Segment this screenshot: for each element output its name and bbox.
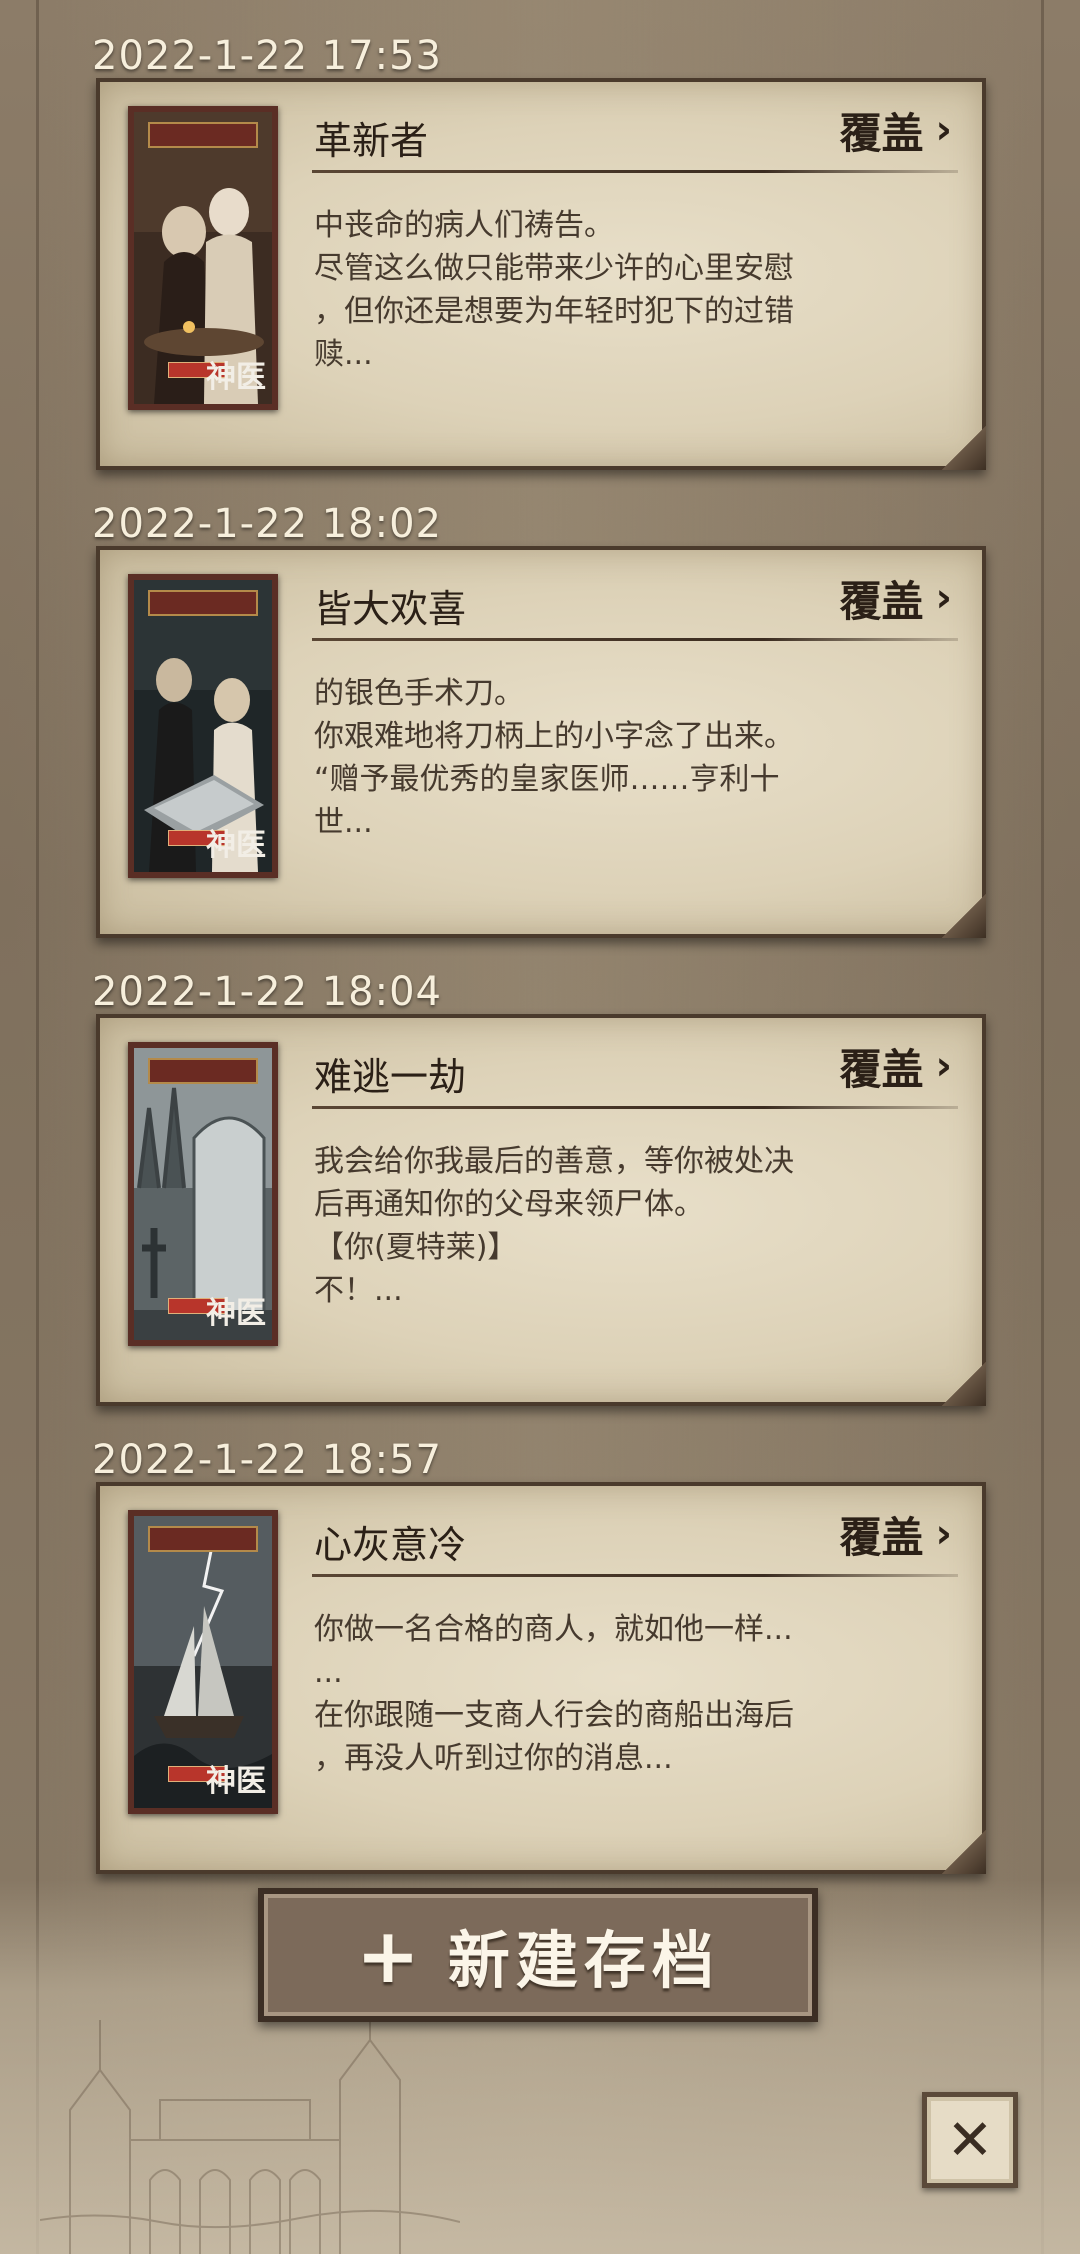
- chevron-right-icon: ›: [935, 575, 952, 621]
- title-divider: [312, 1574, 958, 1577]
- excerpt-line: ，再没人听到过你的消息...: [314, 1741, 673, 1776]
- excerpt-line: 你做一名合格的商人，就如他一样...: [314, 1612, 793, 1647]
- save-excerpt: 我会给你我最后的善意，等你被处决 后再通知你的父母来领尸体。 【你(夏特莱)】 …: [314, 1140, 914, 1312]
- save-title: 皆大欢喜: [314, 587, 467, 631]
- save-timestamp: 2022-1-22 18:57: [92, 1437, 442, 1483]
- cover-label: 覆盖: [839, 576, 924, 626]
- excerpt-line: 赎...: [314, 337, 373, 372]
- chevron-right-icon: ›: [935, 1043, 952, 1089]
- save-excerpt: 中丧命的病人们祷告。 尽管这么做只能带来少许的心里安慰 ，但你还是想要为年轻时犯…: [314, 204, 914, 376]
- operating-scene-thumbnail: 神医: [128, 574, 278, 878]
- cover-save-button[interactable]: 覆盖 ›: [840, 1040, 953, 1094]
- cover-save-button[interactable]: 覆盖 ›: [840, 572, 953, 626]
- save-title: 心灰意冷: [314, 1523, 467, 1567]
- excerpt-line: 的银色手术刀。: [314, 676, 524, 711]
- plus-icon: +: [356, 1910, 426, 2000]
- cover-save-button[interactable]: 覆盖 ›: [840, 104, 953, 158]
- cover-label: 覆盖: [839, 1512, 924, 1562]
- save-excerpt: 的银色手术刀。 你艰难地将刀柄上的小字念了出来。 “赠予最优秀的皇家医师……亨利…: [314, 672, 914, 844]
- close-button[interactable]: ✕: [922, 2092, 1018, 2188]
- save-timestamp: 2022-1-22 18:02: [92, 501, 442, 547]
- save-title: 革新者: [314, 119, 429, 163]
- new-save-label: 新建存档: [447, 1924, 720, 1997]
- excerpt-line: 世...: [314, 805, 373, 840]
- save-excerpt: 你做一名合格的商人，就如他一样... ... 在你跟随一支商人行会的商船出海后 …: [314, 1608, 914, 1780]
- excerpt-line: 我会给你我最后的善意，等你被处决: [314, 1144, 794, 1179]
- storm-ship-thumbnail: 神医: [128, 1510, 278, 1814]
- chevron-right-icon: ›: [935, 1511, 952, 1557]
- excerpt-line: 中丧命的病人们祷告。: [314, 208, 614, 243]
- title-divider: [312, 170, 958, 173]
- excerpt-line: 不！...: [314, 1273, 403, 1308]
- new-save-button[interactable]: + 新建存档: [258, 1888, 818, 2022]
- graveyard-scene-thumbnail: 神医: [128, 1042, 278, 1346]
- tavern-scene-thumbnail: 神医: [128, 106, 278, 410]
- close-icon: ✕: [946, 2107, 994, 2173]
- save-slot: 2022-1-22 17:53 神医 革新者 覆盖 › 中丧命的病人们祷告。 尽…: [0, 28, 1080, 498]
- excerpt-line: 在你跟随一支商人行会的商船出海后: [314, 1698, 794, 1733]
- title-divider: [312, 1106, 958, 1109]
- excerpt-line: “赠予最优秀的皇家医师……亨利十: [314, 762, 780, 797]
- save-card[interactable]: 神医 心灰意冷 覆盖 › 你做一名合格的商人，就如他一样... ... 在你跟随…: [96, 1482, 986, 1874]
- chevron-right-icon: ›: [935, 107, 952, 153]
- save-title: 难逃一劫: [314, 1055, 467, 1099]
- cover-label: 覆盖: [839, 108, 924, 158]
- excerpt-line: ...: [314, 1655, 343, 1690]
- excerpt-line: 尽管这么做只能带来少许的心里安慰: [314, 251, 794, 286]
- excerpt-line: 你艰难地将刀柄上的小字念了出来。: [314, 719, 794, 754]
- cover-save-button[interactable]: 覆盖 ›: [840, 1508, 953, 1562]
- save-card[interactable]: 神医 难逃一劫 覆盖 › 我会给你我最后的善意，等你被处决 后再通知你的父母来领…: [96, 1014, 986, 1406]
- excerpt-line: 【你(夏特莱)】: [314, 1230, 518, 1265]
- save-timestamp: 2022-1-22 18:04: [92, 969, 442, 1015]
- save-slot: 2022-1-22 18:57 神医 心灰意冷 覆盖 › 你做一名合格的商人，就…: [0, 1432, 1080, 1902]
- cover-label: 覆盖: [839, 1044, 924, 1094]
- title-divider: [312, 638, 958, 641]
- save-slot: 2022-1-22 18:02 神医 皆大欢喜 覆盖 › 的银色手术刀。 你艰难…: [0, 496, 1080, 966]
- save-timestamp: 2022-1-22 17:53: [92, 33, 442, 79]
- save-card[interactable]: 神医 革新者 覆盖 › 中丧命的病人们祷告。 尽管这么做只能带来少许的心里安慰 …: [96, 78, 986, 470]
- excerpt-line: 后再通知你的父母来领尸体。: [314, 1187, 704, 1222]
- excerpt-line: ，但你还是想要为年轻时犯下的过错: [314, 294, 794, 329]
- save-card[interactable]: 神医 皆大欢喜 覆盖 › 的银色手术刀。 你艰难地将刀柄上的小字念了出来。 “赠…: [96, 546, 986, 938]
- save-slot: 2022-1-22 18:04 神医 难逃一劫 覆盖 › 我会给你我最后的善意，…: [0, 964, 1080, 1434]
